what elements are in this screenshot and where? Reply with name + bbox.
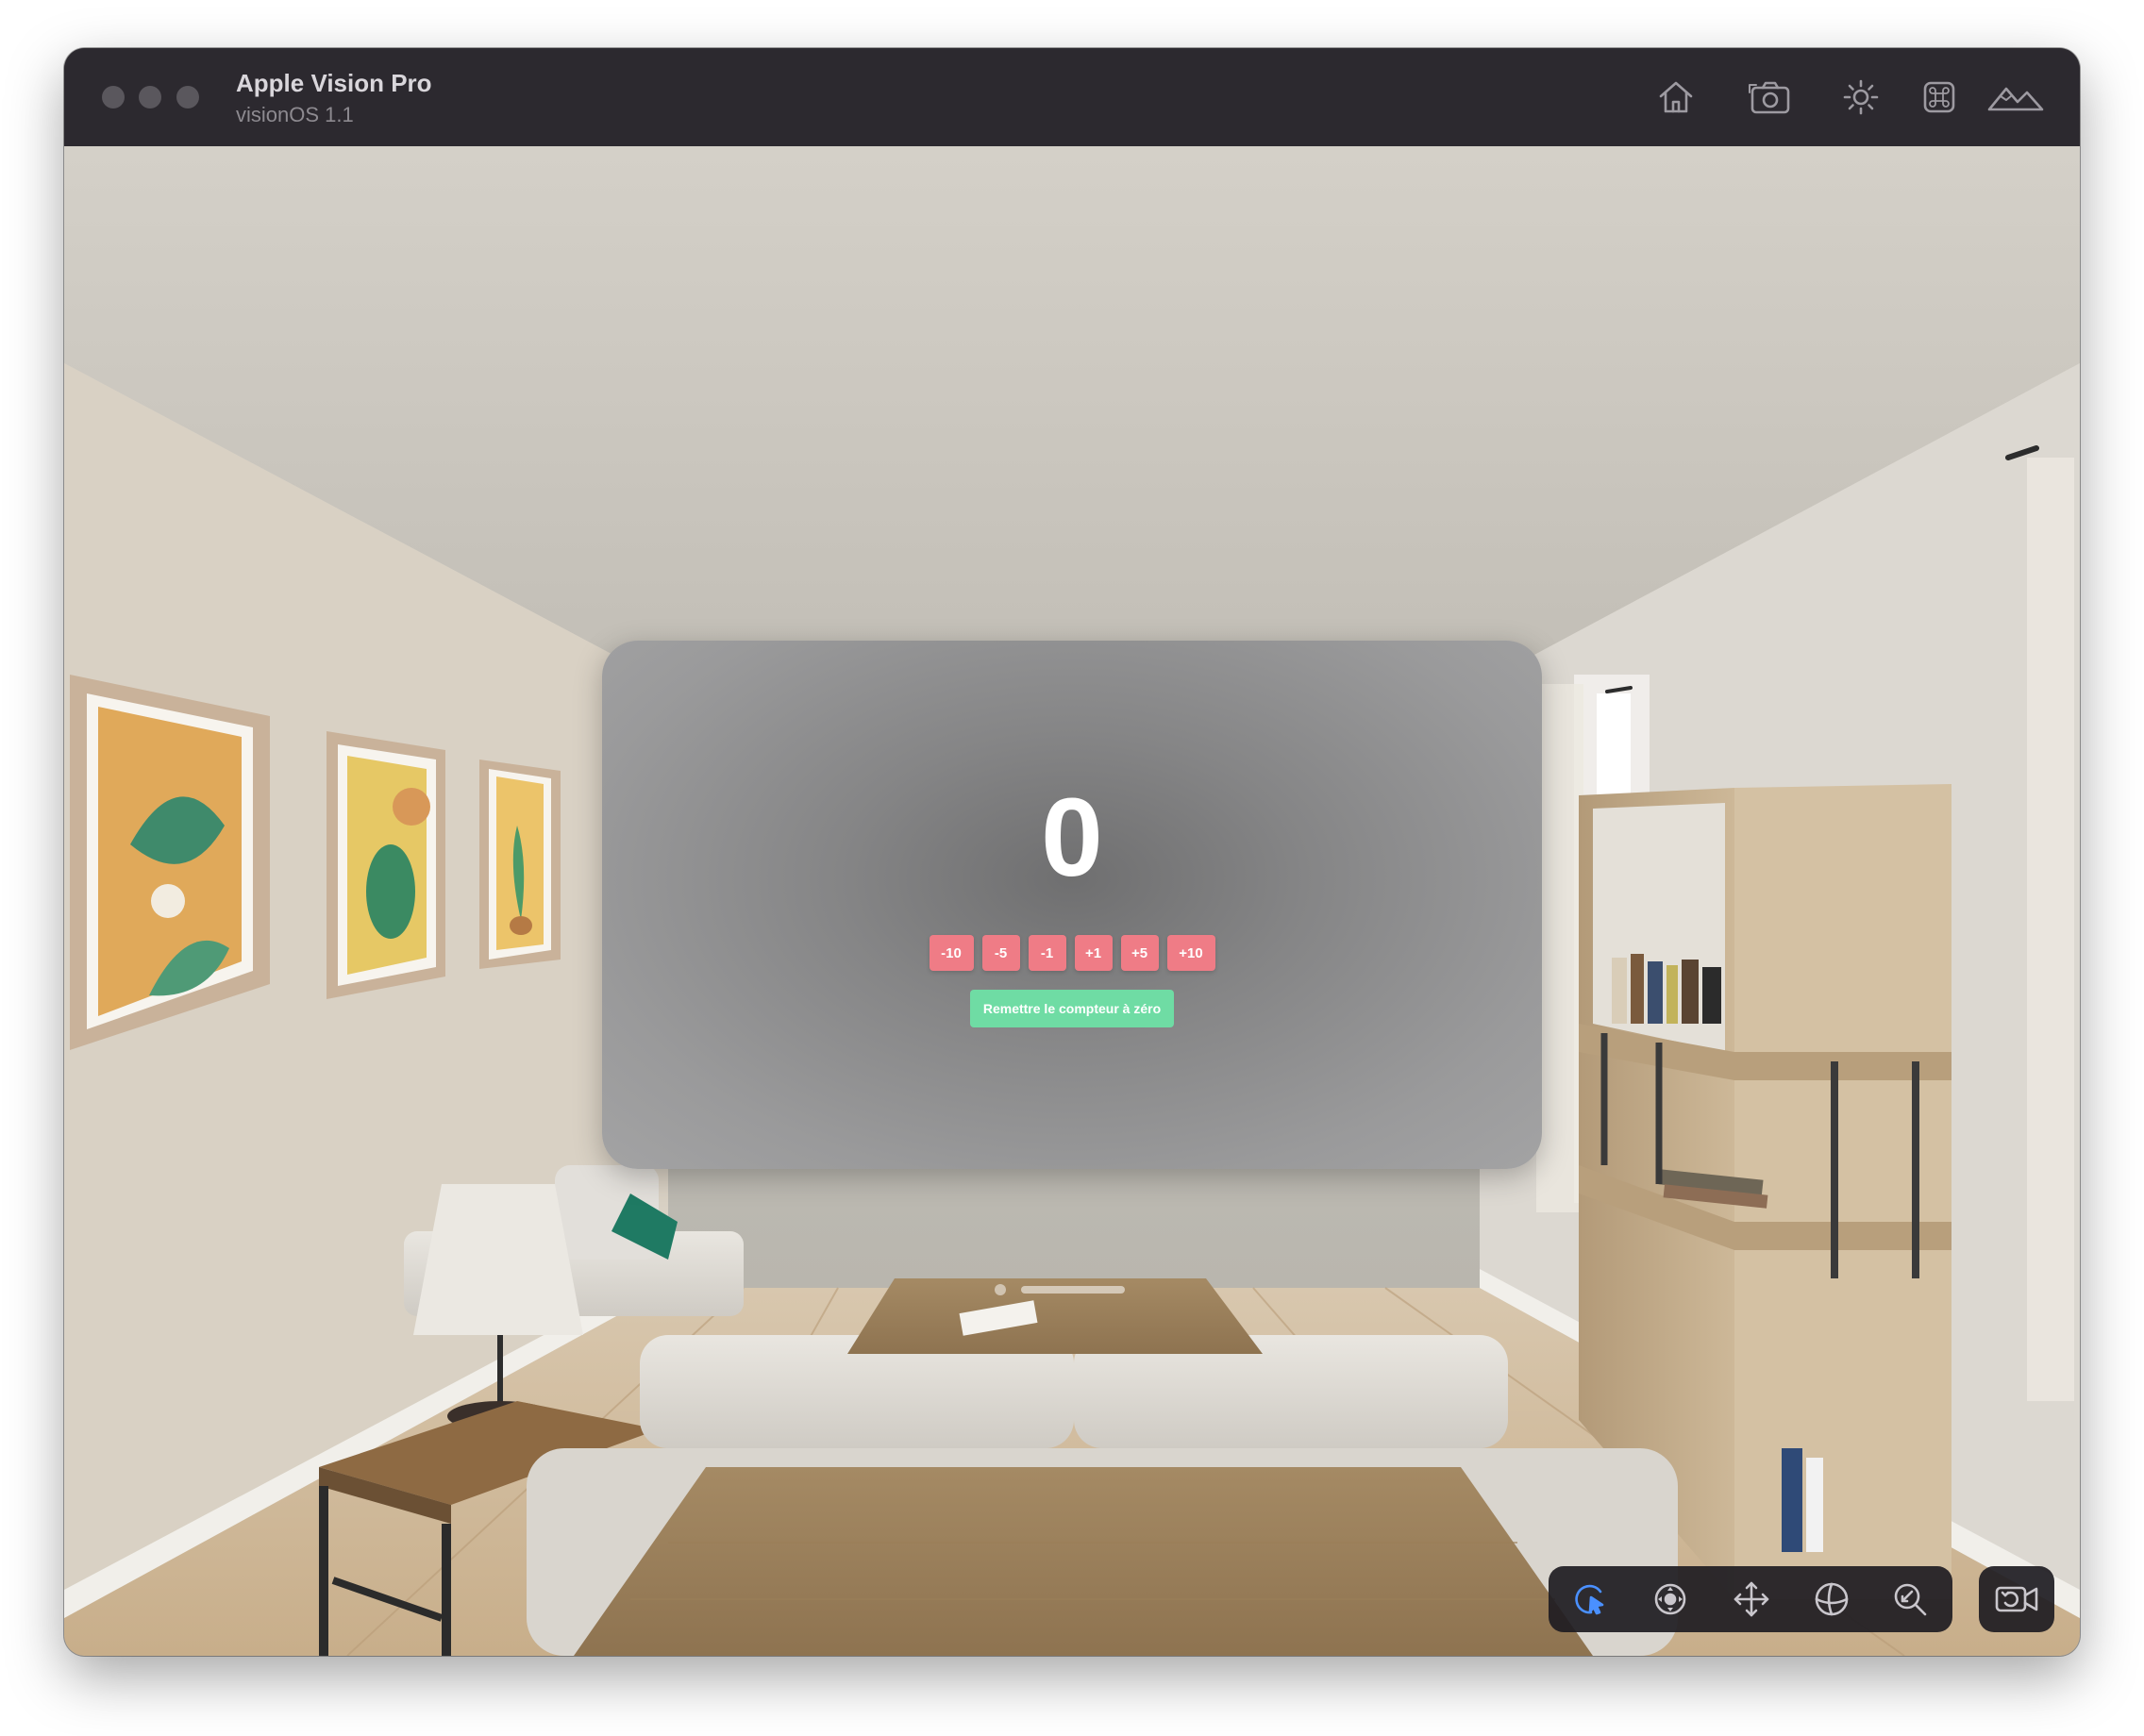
- plus-1-button[interactable]: +1: [1074, 935, 1113, 971]
- simulator-window: Apple Vision Pro visionOS 1.1 0 -10 -5 -…: [64, 48, 2080, 1656]
- minimize-window-button[interactable]: [139, 86, 161, 108]
- environment-mountains-icon[interactable]: [1985, 75, 2046, 120]
- minus-10-button[interactable]: -10: [929, 935, 974, 971]
- close-window-button[interactable]: [102, 86, 125, 108]
- counter-app-window: 0 -10 -5 -1 +1 +5 +10 Remettre le compte…: [602, 641, 1542, 1169]
- plus-5-button[interactable]: +5: [1120, 935, 1159, 971]
- reset-camera-icon[interactable]: [1979, 1566, 2054, 1632]
- zoom-window-button[interactable]: [176, 86, 199, 108]
- window-close-dot[interactable]: [995, 1284, 1006, 1295]
- zoom-icon[interactable]: [1886, 1577, 1934, 1622]
- home-icon[interactable]: [1652, 75, 1700, 120]
- look-around-icon[interactable]: [1647, 1577, 1694, 1622]
- select-pointer-icon[interactable]: [1567, 1577, 1615, 1622]
- minus-5-button[interactable]: -5: [981, 935, 1020, 971]
- brightness-icon[interactable]: [1837, 75, 1884, 120]
- title-bar[interactable]: Apple Vision Pro visionOS 1.1: [64, 48, 2080, 146]
- orbit-icon[interactable]: [1808, 1577, 1855, 1622]
- window-grabber-bar[interactable]: [1021, 1286, 1125, 1294]
- minus-1-button[interactable]: -1: [1028, 935, 1066, 971]
- screenshot-icon[interactable]: [1745, 75, 1796, 120]
- window-subtitle: visionOS 1.1: [236, 103, 354, 126]
- step-button-row: -10 -5 -1 +1 +5 +10: [602, 935, 1542, 971]
- navigation-toolbar: [1549, 1566, 1952, 1632]
- plus-10-button[interactable]: +10: [1166, 935, 1215, 971]
- counter-value: 0: [1041, 776, 1103, 900]
- reset-counter-button[interactable]: Remettre le compteur à zéro: [970, 990, 1174, 1027]
- command-icon[interactable]: [1916, 75, 1963, 120]
- pan-icon[interactable]: [1728, 1577, 1775, 1622]
- window-title: Apple Vision Pro: [236, 69, 432, 97]
